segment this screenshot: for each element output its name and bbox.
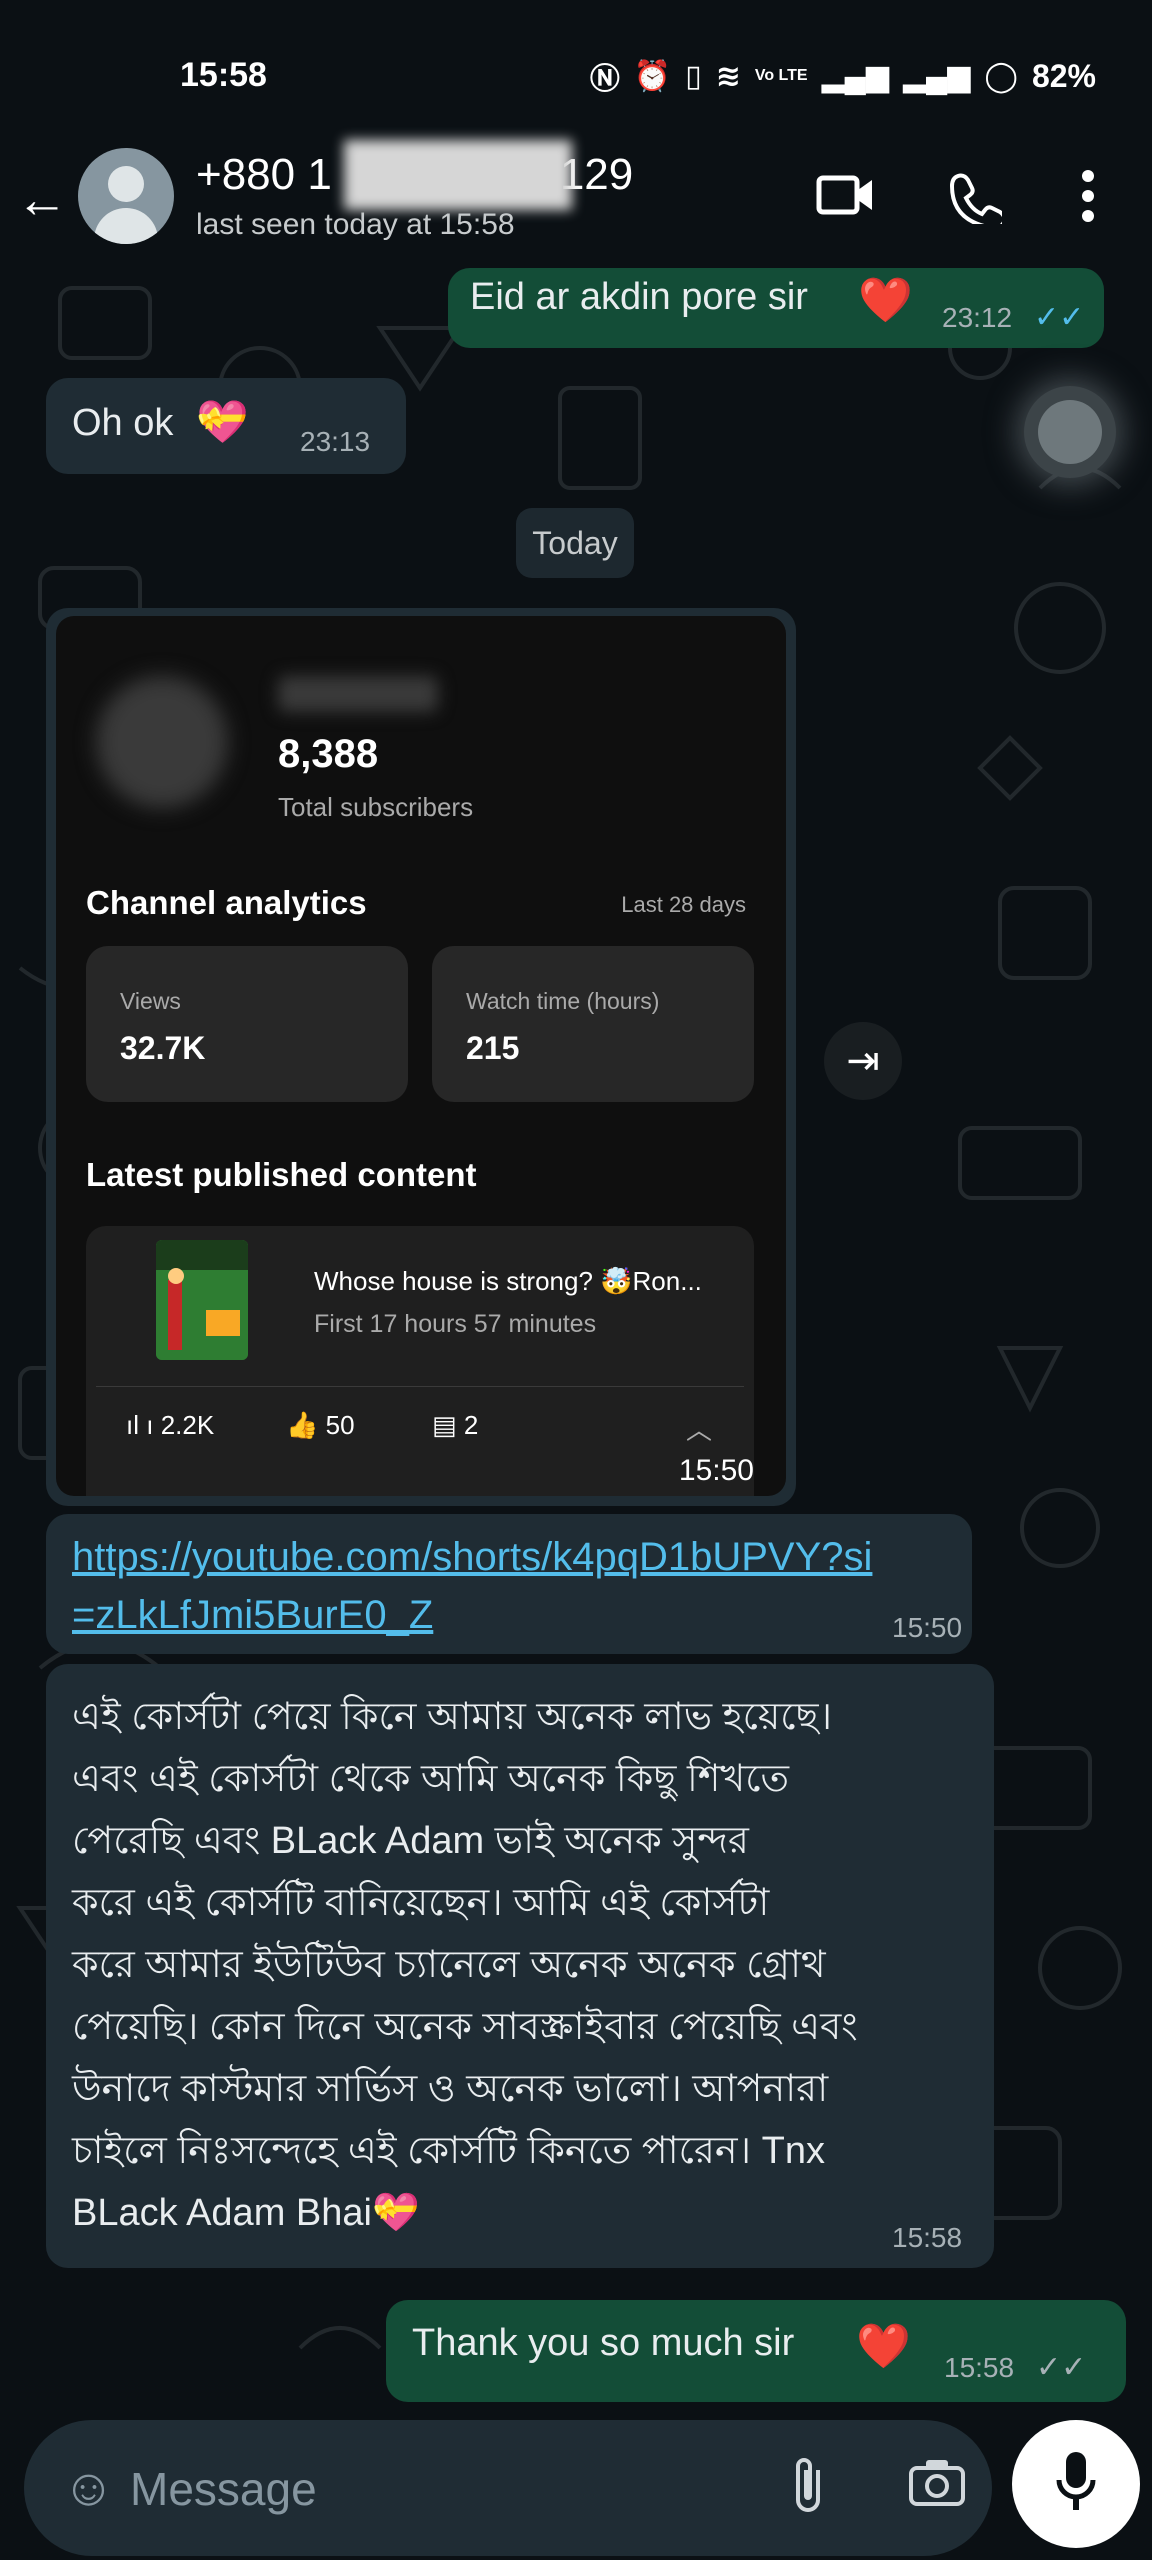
watch-time-value: 215 [466,1030,520,1066]
message-time: 15:58 [892,2222,963,2253]
attach-icon[interactable] [788,2456,828,2528]
video-title: Whose house is strong? 🤯Ron... [314,1266,702,1296]
emoji-sticker-icon[interactable]: ☺ [62,2458,115,2518]
forward-icon[interactable]: ⇥ [824,1022,902,1100]
back-arrow-icon[interactable]: ← [16,170,68,230]
vibrate-icon: ▯ [685,59,702,93]
video-thumbnail [156,1240,248,1360]
message-input[interactable] [128,2420,772,2558]
contact-name-prefix: +880 1 [196,150,332,199]
message-composer: ☺ [24,2420,992,2558]
incoming-review-message[interactable]: এই কোর্সটা পেয়ে কিনে আমায় অনেক লাভ হয়… [46,1664,994,2268]
screenshot-image[interactable]: 8,388 Total subscribers Channel analytic… [56,616,786,1496]
chevron-up-icon: ︿ [686,1415,713,1445]
views-label: Views [120,988,181,1014]
blurred-channel-avatar [96,676,228,808]
mending-heart-emoji-icon: 💝 [371,2192,420,2234]
views-value: 32.7K [120,1030,206,1066]
youtube-link-line2[interactable]: =zLkLfJmi5BurE0_Z [72,1586,433,1644]
message-time: 23:12 [942,302,1013,333]
last-seen-status: last seen today at 15:58 [196,208,515,241]
date-divider: Today [516,508,634,578]
alarm-icon: ⏰ [633,59,672,93]
blurred-channel-name [278,676,438,712]
message-time: 23:13 [300,426,371,457]
battery-icon: ◯ [984,59,1018,93]
review-text: এই কোর্সটা পেয়ে কিনে আমায় অনেক লাভ হয়… [72,1696,858,2234]
bar-chart-icon: ıl ı [126,1410,154,1440]
voice-call-icon[interactable] [948,170,1007,236]
video-views-stat: ıl ı 2.2K [126,1410,215,1440]
more-options-icon[interactable] [1080,168,1096,236]
microphone-icon [1056,2452,1096,2510]
video-call-icon[interactable] [816,170,876,232]
watch-time-card: Watch time (hours) 215 [432,946,754,1102]
video-likes-stat: 👍 50 [286,1410,355,1440]
youtube-link-line1[interactable]: https://youtube.com/shorts/k4pqD1bUPVY?s… [72,1528,872,1586]
analytics-range: Last 28 days [621,892,746,917]
subscriber-label: Total subscribers [278,792,474,822]
status-time: 15:58 [180,56,267,94]
heart-emoji-icon: ❤️ [856,2322,911,2371]
card-divider [96,1386,744,1387]
watch-time-label: Watch time (hours) [466,988,660,1014]
message-text: Eid ar akdin pore sir [470,276,808,318]
volte-label: Vo LTE [754,67,808,84]
video-subtitle: First 17 hours 57 minutes [314,1310,597,1338]
incoming-link-message[interactable]: https://youtube.com/shorts/k4pqD1bUPVY?s… [46,1514,972,1654]
outgoing-message[interactable]: Thank you so much sir ❤️ 15:58 ✓✓ [386,2300,1126,2402]
signal-icon-2: ▂▄▆ [902,59,971,93]
incoming-message[interactable]: Oh ok 💝 23:13 [46,378,406,474]
message-text: Oh ok [72,402,174,444]
signal-icon: ▂▄▆ [821,59,889,93]
floating-bubble-icon[interactable] [1024,386,1116,478]
message-time: 15:58 [944,2352,1015,2383]
mending-heart-emoji-icon: 💝 [196,398,249,445]
chat-header: ← +880 1 129 last seen today at 15:58 [0,130,1152,268]
latest-content-title: Latest published content [86,1156,477,1193]
outgoing-message[interactable]: Eid ar akdin pore sir ❤️ 23:12 ✓✓ [448,268,1104,348]
image-message[interactable]: 8,388 Total subscribers Channel analytic… [46,608,796,1506]
heart-emoji-icon: ❤️ [858,276,913,325]
message-time: 15:50 [678,1454,754,1487]
nfc-icon: Ⓝ [589,63,620,96]
message-time: 15:50 [892,1612,963,1643]
status-icons: Ⓝ ⏰ ▯ ≋ Vo LTE ▂▄▆ ▂▄▆ ◯ 82% [590,54,1096,98]
battery-percent: 82% [1031,57,1096,94]
subscriber-count: 8,388 [278,732,379,776]
video-card: Whose house is strong? 🤯Ron... First 17 … [86,1226,754,1496]
read-receipt-icon: ✓✓ [1034,301,1085,334]
message-text: Thank you so much sir [412,2322,795,2364]
camera-icon[interactable] [908,2456,966,2520]
wifi-icon: ≋ [715,59,741,93]
comment-icon: ▤ [432,1410,457,1440]
redaction-blur [344,140,572,210]
delivered-receipt-icon: ✓✓ [1036,2351,1087,2384]
thumbs-up-icon: 👍 [286,1410,319,1440]
voice-message-button[interactable] [1012,2420,1140,2548]
avatar[interactable] [78,148,174,244]
video-comments-stat: ▤ 2 [432,1410,479,1440]
analytics-title: Channel analytics [86,884,367,921]
views-card: Views 32.7K [86,946,408,1102]
